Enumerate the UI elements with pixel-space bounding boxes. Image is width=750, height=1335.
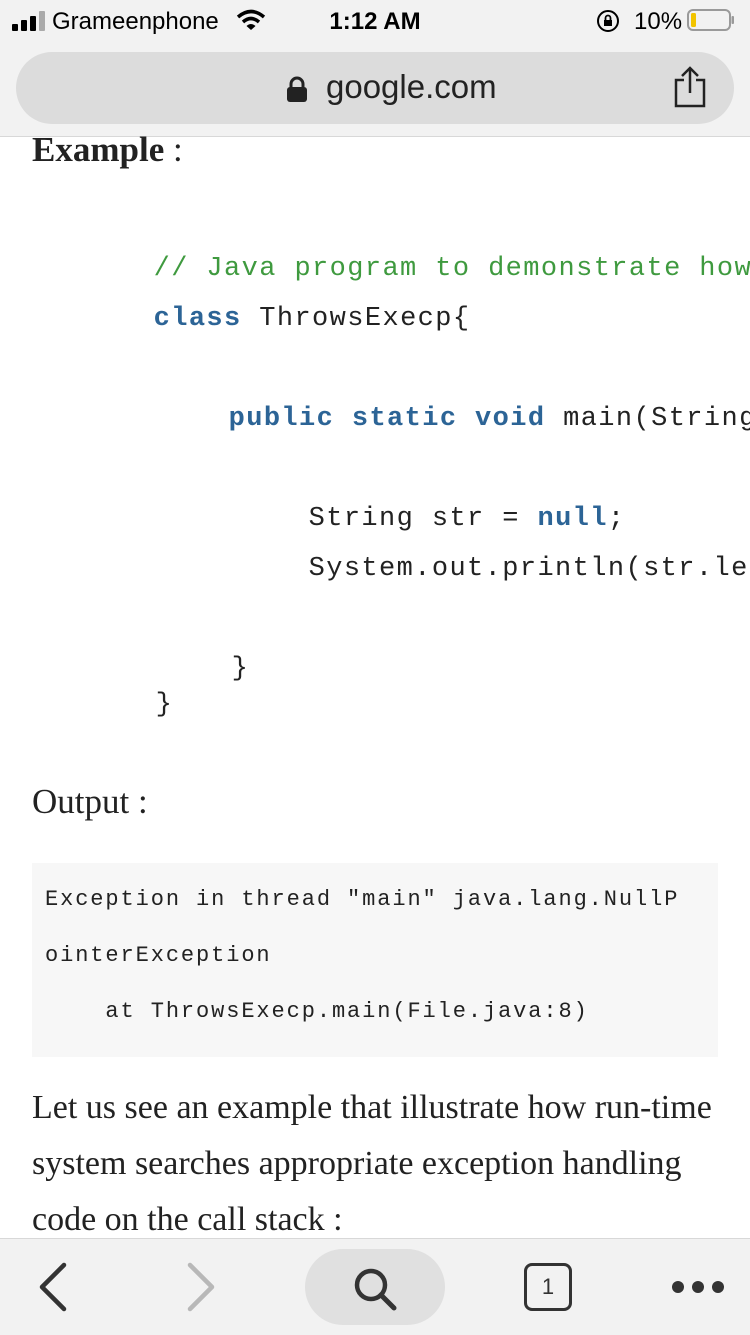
code-line-main: public static void main(String [228,404,750,434]
battery-percentage: 10% [634,8,683,35]
battery-icon [687,9,734,31]
output-line: ointerException [45,943,272,968]
more-options-icon[interactable] [668,1275,728,1299]
browser-toolbar: 1 [0,1238,750,1335]
back-icon[interactable] [34,1261,74,1313]
tab-count: 1 [541,1274,555,1299]
orientation-lock-icon [597,10,619,32]
example-heading: Example : [32,136,183,169]
tabs-button[interactable]: 1 [524,1263,572,1311]
lock-icon [287,76,307,102]
address-bar[interactable]: google.com [16,52,734,124]
forward-icon[interactable] [180,1261,220,1313]
output-line: at ThrowsExecp.main(File.java:8) [45,999,589,1024]
code-line-close-class: } [155,690,174,720]
status-bar: Grameenphone 1:12 AM 10% [0,0,750,42]
browser-address-area: google.com [0,42,750,136]
share-icon[interactable] [672,66,708,108]
code-line-println: System.out.println(str.leng [308,554,750,584]
code-line-class: class ThrowsExecp{ [153,304,471,334]
search-icon [354,1268,397,1311]
search-button[interactable] [305,1249,445,1325]
output-line: Exception in thread "main" java.lang.Nul… [45,887,680,912]
body-paragraph: Let us see an example that illustrate ho… [32,1089,712,1238]
url-text: google.com [326,68,497,105]
page-content: Example : // Java program to demonstrate… [0,136,750,1238]
output-block: Exception in thread "main" java.lang.Nul… [32,863,718,1057]
output-heading: Output : [32,782,148,821]
